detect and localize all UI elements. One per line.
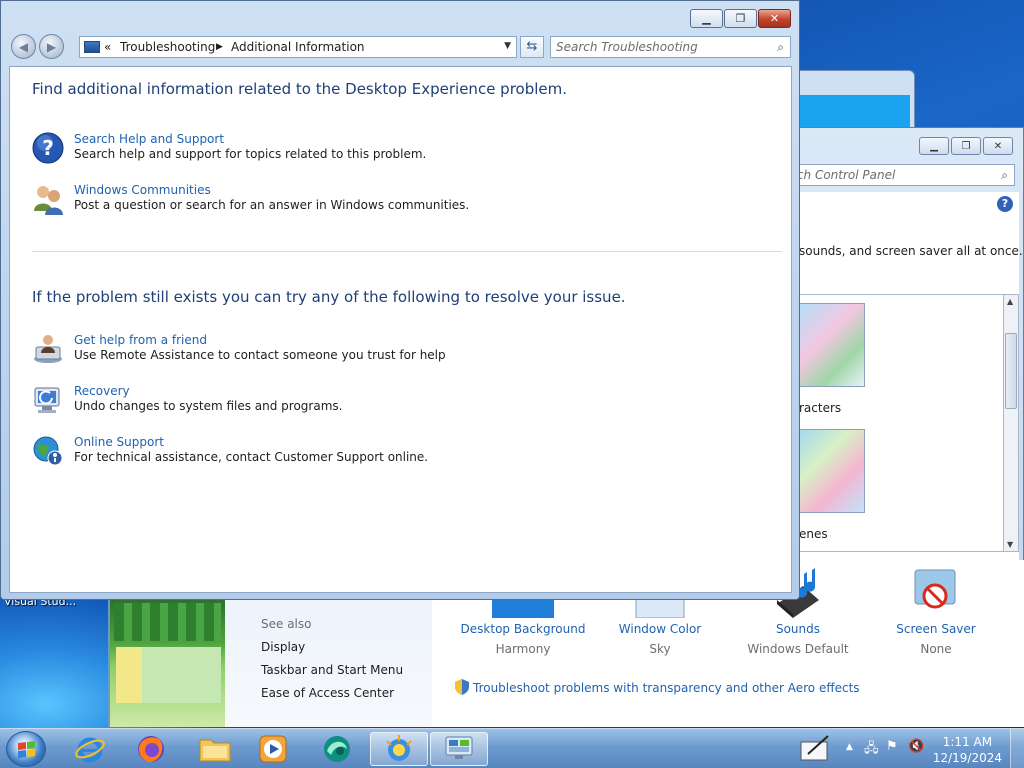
- option-online-support[interactable]: Online Support For technical assistance,…: [32, 435, 772, 475]
- forward-button[interactable]: ▶: [39, 34, 64, 59]
- start-button[interactable]: [6, 731, 46, 767]
- control-panel-icon: [84, 41, 100, 53]
- back-button[interactable]: ◀: [11, 34, 36, 59]
- theme-label[interactable]: racters: [799, 401, 841, 415]
- media-player-icon: [259, 735, 287, 763]
- taskbar-file-explorer[interactable]: [186, 732, 244, 766]
- breadcrumb-separator-icon[interactable]: ▶: [216, 42, 223, 52]
- uac-shield-icon: [455, 679, 469, 695]
- pen-tablet-icon: [800, 735, 829, 761]
- scroll-thumb[interactable]: [1005, 333, 1017, 409]
- volume-muted-icon[interactable]: 🔇: [908, 739, 924, 754]
- background-window[interactable]: [795, 70, 915, 134]
- minimize-button[interactable]: ▁: [919, 137, 949, 155]
- section-divider: [32, 251, 782, 252]
- see-also-link-display[interactable]: Display: [261, 640, 305, 654]
- theme-list-scrollbar[interactable]: ▲ ▼: [1003, 294, 1019, 552]
- folder-icon: [199, 739, 231, 762]
- firefox-icon: [138, 736, 164, 762]
- show-hidden-icons-icon[interactable]: ▲: [846, 742, 853, 752]
- see-also-heading: See also: [261, 617, 312, 631]
- breadcrumb-troubleshooting[interactable]: Troubleshooting: [120, 40, 215, 54]
- online-support-icon: [32, 435, 66, 469]
- taskbar-firefox[interactable]: [122, 732, 180, 766]
- scroll-down-icon[interactable]: ▼: [1007, 540, 1013, 549]
- tablet-input-panel[interactable]: [800, 734, 830, 765]
- network-icon[interactable]: 🖧: [864, 739, 879, 761]
- control-panel-search-input[interactable]: rch Control Panel ⌕: [791, 164, 1015, 186]
- option-recovery[interactable]: Recovery Undo changes to system files an…: [32, 384, 772, 424]
- personalization-description: sounds, and screen saver all at once.: [799, 244, 1023, 258]
- theme-list[interactable]: racters enes: [799, 294, 1005, 552]
- option-get-help-friend[interactable]: Get help from a friend Use Remote Assist…: [32, 333, 772, 373]
- taskbar-internet-explorer[interactable]: [61, 732, 119, 766]
- troubleshooting-window[interactable]: ▁ ❐ ✕ ◀ ▶ « Troubleshooting ▶ Additional…: [0, 0, 800, 600]
- heading-additional-info: Find additional information related to t…: [32, 80, 568, 98]
- main-content: Find additional information related to t…: [9, 66, 792, 593]
- system-tray: ▲ 🖧 ⚑ 🔇 1:11 AM 12/19/2024: [794, 729, 1024, 768]
- theme-thumbnail[interactable]: [799, 429, 865, 513]
- screen-saver-item[interactable]: Screen Saver None: [866, 560, 1006, 656]
- recovery-icon: [32, 384, 66, 418]
- search-icon[interactable]: ⌕: [1001, 168, 1008, 183]
- taskbar-media-player[interactable]: [244, 732, 302, 766]
- control-panel-icon: [445, 736, 473, 759]
- control-panel-content: ? sounds, and screen saver all at once. …: [799, 192, 1023, 601]
- close-button[interactable]: ✕: [983, 137, 1013, 155]
- refresh-icon: ⇆: [526, 39, 538, 54]
- address-dropdown-icon[interactable]: ▼: [504, 41, 511, 51]
- app-icon: [324, 736, 350, 762]
- taskbar-control-panel[interactable]: [430, 732, 488, 766]
- search-input[interactable]: Search Troubleshooting ⌕: [550, 36, 791, 58]
- close-button[interactable]: ✕: [758, 9, 791, 28]
- game-thumbnail[interactable]: [108, 597, 225, 727]
- forward-arrow-icon: ▶: [46, 39, 57, 54]
- clock-time: 1:11 AM: [942, 735, 993, 749]
- help-icon[interactable]: ?: [997, 196, 1013, 212]
- maximize-button[interactable]: ❐: [724, 9, 757, 28]
- heading-resolve-issue: If the problem still exists you can try …: [32, 288, 626, 306]
- see-also-link-taskbar[interactable]: Taskbar and Start Menu: [261, 663, 403, 677]
- aero-troubleshoot-link[interactable]: Troubleshoot problems with transparency …: [455, 679, 860, 695]
- option-windows-communities[interactable]: Windows Communities Post a question or s…: [32, 183, 772, 223]
- scroll-up-icon[interactable]: ▲: [1007, 297, 1013, 306]
- breadcrumb-overflow[interactable]: «: [104, 40, 111, 54]
- search-icon[interactable]: ⌕: [777, 40, 784, 55]
- taskbar-app-green[interactable]: [308, 732, 366, 766]
- action-center-flag-icon[interactable]: ⚑: [886, 739, 898, 754]
- address-bar[interactable]: « Troubleshooting ▶ Additional Informati…: [79, 36, 517, 58]
- remote-assistance-icon: [32, 333, 66, 367]
- see-also-link-ease-of-access[interactable]: Ease of Access Center: [261, 686, 394, 700]
- minimize-button[interactable]: ▁: [690, 9, 723, 28]
- theme-label[interactable]: enes: [799, 527, 828, 541]
- windows-logo-icon: [18, 741, 36, 759]
- svg-text:?: ?: [42, 136, 54, 160]
- theme-thumbnail[interactable]: [799, 303, 865, 387]
- option-search-help[interactable]: ? Search Help and Support Search help an…: [32, 132, 772, 172]
- maximize-button[interactable]: ❐: [951, 137, 981, 155]
- personalization-icon: [386, 735, 412, 761]
- screen-saver-icon: [866, 560, 1006, 618]
- refresh-button[interactable]: ⇆: [520, 36, 544, 58]
- breadcrumb-additional-information[interactable]: Additional Information: [231, 40, 365, 54]
- back-arrow-icon: ◀: [18, 39, 29, 54]
- help-icon: ?: [32, 132, 66, 166]
- clock-date: 12/19/2024: [932, 751, 1002, 765]
- show-desktop-button[interactable]: [1010, 729, 1024, 768]
- internet-explorer-icon: [75, 737, 105, 763]
- community-icon: [32, 183, 66, 217]
- taskbar-personalization[interactable]: [370, 732, 428, 766]
- taskbar: ▲ 🖧 ⚑ 🔇 1:11 AM 12/19/2024: [0, 728, 1024, 768]
- clock[interactable]: 1:11 AM 12/19/2024: [933, 734, 1002, 766]
